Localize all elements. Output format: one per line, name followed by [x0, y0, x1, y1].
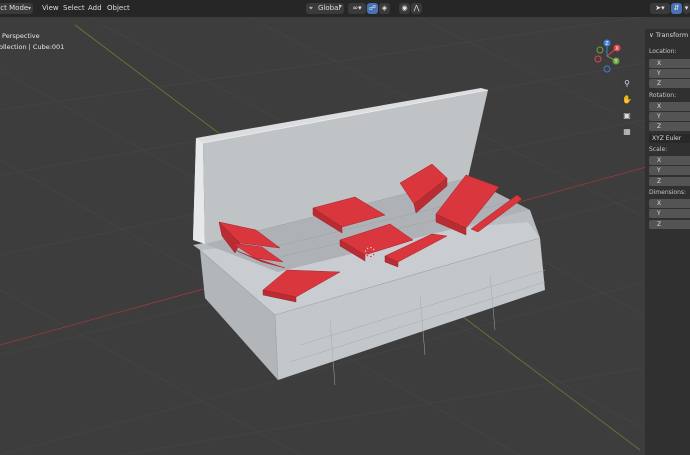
- menu-object[interactable]: Object: [107, 3, 130, 14]
- blender-window: ect Mode ▾ View Select Add Object ⌖ Glob…: [0, 0, 690, 455]
- falloff-icon: ⋀: [413, 4, 420, 12]
- transform-orientation-dropdown[interactable]: ⌖ Global ▾: [306, 3, 344, 14]
- location-x-field[interactable]: X: [649, 59, 690, 68]
- chevron-down-icon: ▾: [27, 5, 31, 12]
- menu-select[interactable]: Select: [63, 3, 85, 14]
- snap-icon: ☍: [368, 4, 377, 12]
- svg-text:Z: Z: [605, 41, 609, 47]
- view-name: Perspective: [2, 32, 40, 40]
- snap-target-icon: ◈: [381, 4, 388, 12]
- location-z-field[interactable]: Z: [649, 79, 690, 88]
- gizmo-neg-x-handle[interactable]: [594, 55, 602, 63]
- dimensions-z-field[interactable]: Z: [649, 220, 690, 229]
- scale-z-field[interactable]: Z: [649, 177, 690, 186]
- snap-toggle[interactable]: ☍: [367, 3, 378, 14]
- active-collection: ollection | Cube:001: [0, 43, 65, 51]
- dimensions-label: Dimensions:: [649, 189, 687, 196]
- projection-toggle-button[interactable]: ▦: [620, 125, 634, 138]
- location-y-field[interactable]: Y: [649, 69, 690, 78]
- hand-icon: ✋: [622, 95, 632, 104]
- rotation-label: Rotation:: [649, 92, 677, 99]
- menu-view[interactable]: View: [42, 3, 59, 14]
- link-icon: ∞▾: [352, 4, 362, 12]
- rotation-y-field[interactable]: Y: [649, 112, 690, 121]
- chevron-down-icon: ▾: [684, 4, 689, 12]
- pan-button[interactable]: ✋: [620, 93, 634, 106]
- grid-icon: ▦: [623, 127, 631, 136]
- visibility-dropdown[interactable]: ➤▾: [650, 3, 670, 14]
- cursor-icon: ➤▾: [655, 4, 665, 12]
- scale-x-field[interactable]: X: [649, 156, 690, 165]
- 3d-viewport[interactable]: [0, 0, 690, 455]
- mode-dropdown[interactable]: ect Mode ▾: [0, 3, 33, 14]
- chevron-down-icon: ∨: [649, 31, 654, 39]
- pivot-point-button[interactable]: ∞▾: [348, 3, 366, 14]
- chevron-down-icon: ▾: [338, 3, 342, 10]
- dimensions-x-field[interactable]: X: [649, 199, 690, 208]
- rotation-mode-dropdown[interactable]: XYZ Euler: [649, 134, 690, 143]
- orientation-icon: ⌖: [309, 4, 313, 12]
- proportional-editing-toggle[interactable]: ◉: [399, 3, 410, 14]
- gizmo-toggle[interactable]: ⇵: [671, 3, 682, 14]
- location-label: Location:: [649, 48, 677, 55]
- camera-icon: ▣: [623, 111, 631, 120]
- rotation-x-field[interactable]: X: [649, 102, 690, 111]
- rotation-z-field[interactable]: Z: [649, 122, 690, 131]
- svg-text:X: X: [615, 46, 619, 52]
- viewport-header: ect Mode ▾ View Select Add Object ⌖ Glob…: [0, 0, 690, 17]
- gizmo-icon: ⇵: [673, 4, 680, 12]
- gizmo-neg-z-handle[interactable]: [603, 65, 611, 73]
- transform-panel-header[interactable]: ∨ Transform: [649, 31, 688, 39]
- menu-add[interactable]: Add: [88, 3, 102, 14]
- scale-label: Scale:: [649, 146, 668, 153]
- snap-options[interactable]: ◈: [379, 3, 390, 14]
- navigation-gizmo[interactable]: Z X Y: [592, 38, 640, 74]
- dimensions-y-field[interactable]: Y: [649, 209, 690, 218]
- falloff-dropdown[interactable]: ⋀: [411, 3, 422, 14]
- scale-y-field[interactable]: Y: [649, 166, 690, 175]
- gizmo-neg-y-handle[interactable]: [596, 46, 604, 54]
- proportional-icon: ◉: [401, 4, 408, 12]
- gizmo-options[interactable]: ▾: [683, 3, 690, 14]
- transform-sidebar: ∨ Transform Location: X Y Z Rotation: X …: [645, 29, 690, 455]
- magnifier-icon: ⚲: [624, 79, 630, 88]
- camera-view-button[interactable]: ▣: [620, 109, 634, 122]
- zoom-button[interactable]: ⚲: [620, 77, 634, 90]
